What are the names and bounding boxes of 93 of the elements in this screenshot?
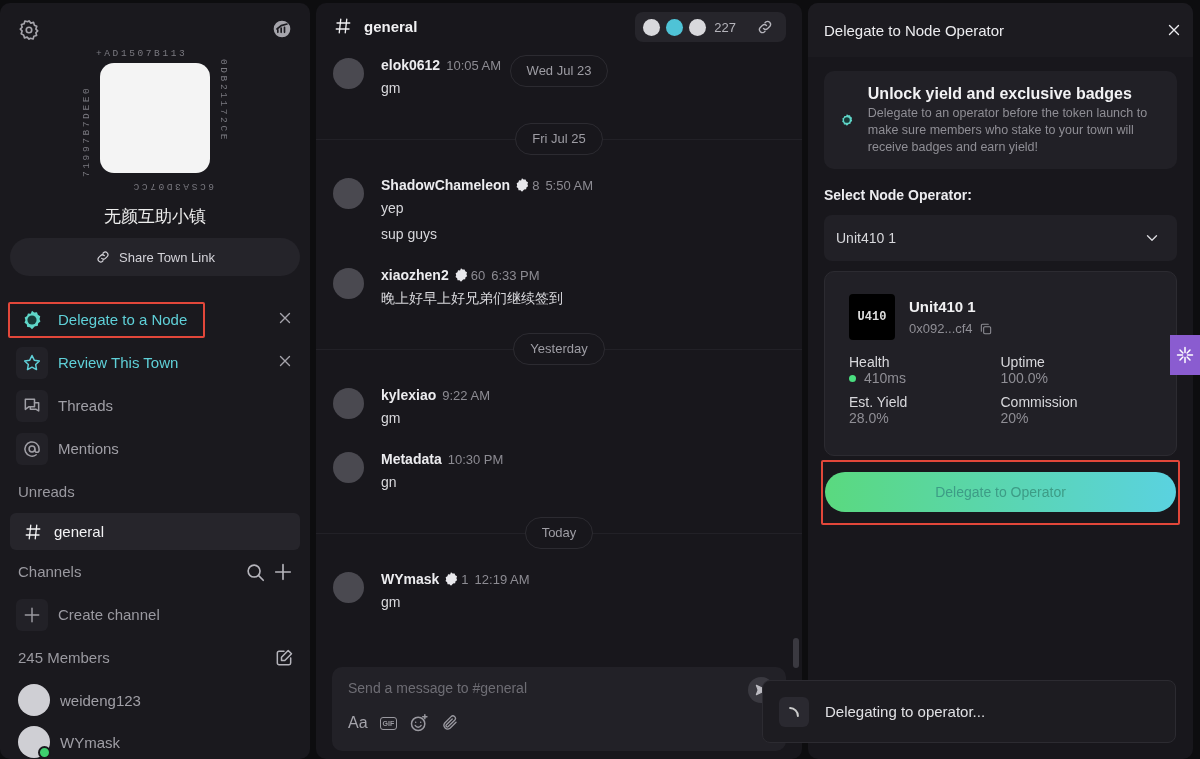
promo-text: Delegate to an operator before the token launch to make sure members who stake to your town will receive badges and earn yield!	[867, 104, 1149, 156]
sparkle-icon[interactable]	[1175, 345, 1195, 365]
stat-label: Commission	[1000, 394, 1079, 410]
operator-dropdown[interactable]: Unit410 1	[824, 215, 1177, 261]
avatar	[333, 572, 364, 603]
channel-title: general	[364, 17, 418, 35]
message-text: gm	[381, 593, 402, 612]
chart-icon[interactable]	[272, 19, 292, 39]
author-name[interactable]: elok0612	[381, 57, 441, 73]
edit-icon[interactable]	[274, 647, 294, 668]
settings-icon[interactable]	[18, 19, 40, 41]
toast-message: Delegating to operator...	[825, 703, 986, 720]
badge-icon	[443, 571, 460, 587]
section-title: Channels	[18, 563, 82, 580]
badge-count: 60	[470, 267, 486, 283]
avatar	[333, 452, 364, 483]
message-time: 6:33 PM	[491, 267, 540, 283]
avatar	[333, 268, 364, 299]
section-title: Unreads	[18, 483, 75, 500]
field-label: Select Node Operator:	[824, 187, 973, 203]
link-icon[interactable]	[756, 18, 774, 36]
sidebar-item[interactable]: Review This Town	[8, 344, 197, 381]
message-text: gn	[381, 473, 398, 492]
copy-icon[interactable]	[978, 321, 993, 336]
message-time: 10:30 PM	[447, 451, 504, 467]
author-name[interactable]: kylexiao	[381, 387, 437, 403]
address-ring-text: 71997B7DEE0	[81, 85, 92, 177]
date-divider: Yesterday	[513, 333, 605, 365]
operator-logo: U410	[849, 294, 895, 340]
share-town-link-button[interactable]: Share Town Link	[10, 238, 300, 276]
avatar	[333, 58, 364, 89]
attach-icon[interactable]	[441, 714, 460, 732]
avatar	[643, 18, 661, 36]
stat-label: Est. Yield	[849, 394, 909, 410]
badge-icon	[514, 177, 531, 193]
link-icon	[95, 249, 112, 265]
stat-value: 28.0%	[849, 410, 890, 426]
message-text: yep	[381, 199, 405, 218]
stat-label: Health	[849, 354, 891, 370]
author-name[interactable]: Metadata	[381, 451, 442, 467]
message-time: 10:05 AM	[446, 57, 502, 73]
status-dot	[849, 374, 856, 382]
panel-title: Delegate to Node Operator	[824, 21, 1005, 39]
message-text: gm	[381, 79, 402, 98]
avatar	[333, 388, 364, 419]
author-name[interactable]: xiaozhen2	[381, 267, 449, 283]
address-ring-text: +AD1507B113	[96, 48, 188, 59]
sidebar-item[interactable]: Delegate to a Node	[8, 301, 206, 338]
message-input[interactable]: Send a message to #general	[348, 680, 728, 696]
members-pill[interactable]: 227	[635, 12, 786, 42]
message-text: 晚上好早上好兄弟们继续签到	[381, 289, 563, 308]
town-name: 无颜互助小镇	[103, 206, 207, 228]
message-time: 12:19 AM	[474, 571, 530, 587]
member-count: 227	[714, 19, 736, 35]
create-channel-item[interactable]: Create channel	[10, 593, 300, 636]
avatar	[333, 178, 364, 209]
operator-address: 0x092...cf4	[909, 321, 973, 336]
date-divider: Fri Jul 25	[515, 123, 603, 155]
message-time: 9:22 AM	[442, 387, 490, 403]
date-divider: Today	[524, 517, 594, 549]
sidebar-item[interactable]: Mentions	[8, 430, 137, 467]
address-ring-text: 0DB21172CE	[218, 59, 229, 142]
mention-icon	[22, 438, 42, 459]
message-text: gm	[381, 409, 402, 428]
operator-name: Unit410 1	[909, 298, 977, 315]
emoji-icon[interactable]	[409, 713, 430, 733]
date-divider: Wed Jul 23	[509, 55, 609, 87]
message-time: 5:50 AM	[545, 177, 594, 193]
avatar	[18, 684, 50, 716]
stat-value: 410ms	[849, 370, 1001, 386]
badge-count: 1	[461, 571, 469, 587]
format-button[interactable]: Aa	[348, 714, 368, 732]
channel-item[interactable]: general	[10, 513, 300, 550]
star-icon	[22, 352, 42, 373]
hash-icon	[334, 17, 352, 35]
author-name[interactable]: ShadowChameleon	[381, 177, 511, 193]
stat-value: 100.0%	[1000, 370, 1049, 386]
member-item[interactable]: weideng123	[10, 679, 300, 721]
address-ring-text: 6CSA3D07CC	[131, 181, 214, 192]
scrollbar-thumb[interactable]	[793, 638, 799, 668]
stat-value: 20%	[1000, 410, 1030, 426]
spinner-icon	[789, 706, 799, 717]
hash-icon	[24, 522, 42, 541]
message-text: sup guys	[381, 225, 439, 244]
member-item[interactable]: WYmask	[10, 721, 300, 759]
avatar	[689, 18, 707, 36]
badge-count: 8	[532, 177, 540, 193]
promo-title: Unlock yield and exclusive badges	[867, 84, 1133, 103]
author-name[interactable]: WYmask	[381, 571, 440, 587]
stat-label: Uptime	[1000, 354, 1046, 370]
sidebar-item[interactable]: Threads	[8, 387, 132, 424]
avatar	[666, 18, 684, 36]
section-title: 245 Members	[18, 649, 110, 666]
